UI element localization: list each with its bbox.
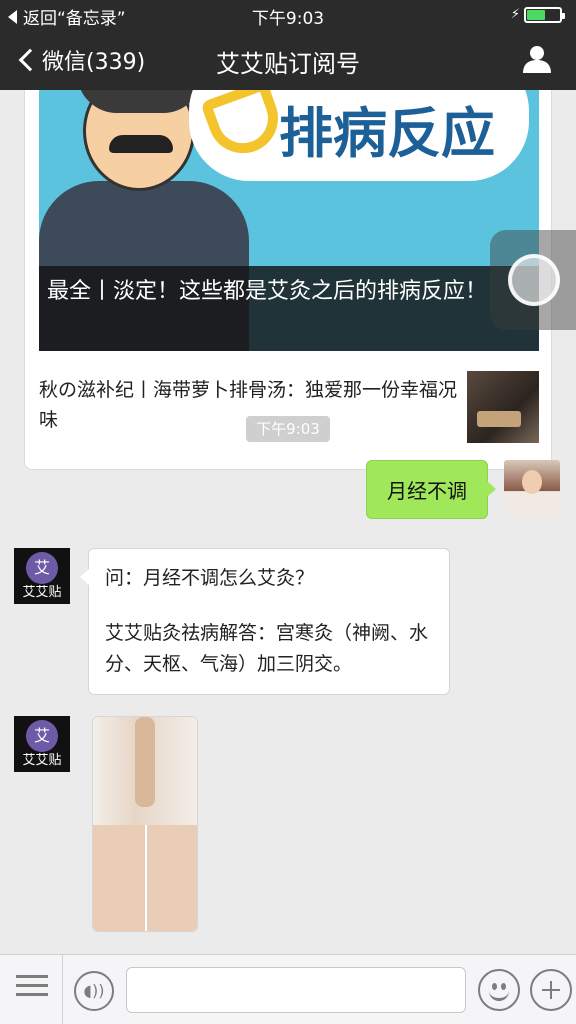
article-cover[interactable]: 排病反应 最全丨淡定！这些都是艾灸之后的排病反应！ (39, 90, 539, 351)
outgoing-message[interactable]: 月经不调 (366, 460, 496, 519)
chat-area: 排病反应 最全丨淡定！这些都是艾灸之后的排病反应！ 秋の滋补纪丨海带萝卜排骨汤：… (0, 90, 576, 954)
acupoint-image-tile (147, 879, 197, 931)
bot-name: 艾艾贴 (22, 585, 62, 600)
article-thumbnail (467, 371, 539, 443)
article-headline[interactable]: 最全丨淡定！这些都是艾灸之后的排病反应！ (39, 266, 539, 351)
emoji-mouth (489, 991, 509, 1001)
bot-avatar[interactable]: 艾 艾艾贴 (14, 548, 70, 604)
acupoint-leg-image (93, 717, 197, 825)
incoming-message[interactable]: 问：月经不调怎么艾灸？ 艾艾贴灸祛病解答：宫寒灸（神阙、水分、天枢、气海）加三阴… (80, 548, 450, 695)
message-timestamp: 下午9:03 (246, 416, 330, 442)
emoji-eye (501, 983, 506, 990)
battery-fill (527, 10, 545, 20)
menu-line (16, 993, 48, 996)
acupoint-image-tile (147, 825, 197, 879)
emoji-eye (492, 983, 497, 990)
image-message[interactable] (92, 716, 198, 932)
plus-icon[interactable] (530, 969, 572, 1011)
question-text: 问：月经不调怎么艾灸？ (105, 567, 315, 589)
my-avatar[interactable] (504, 460, 560, 516)
status-time: 下午9:03 (251, 9, 325, 29)
input-bar: ◖)) (0, 954, 576, 1024)
status-bar: 返回“备忘录” 下午9:03 ⚡ (0, 0, 576, 30)
bot-avatar[interactable]: 艾 艾艾贴 (14, 716, 70, 772)
divider (62, 955, 63, 1024)
cover-badge-text: 排病反应 (279, 101, 495, 165)
mustache (109, 135, 173, 153)
menu-icon[interactable] (16, 975, 48, 1005)
assistive-touch-icon (508, 254, 560, 306)
acupoint-image-tile (93, 825, 145, 879)
article-card: 排病反应 最全丨淡定！这些都是艾灸之后的排病反应！ 秋の滋补纪丨海带萝卜排骨汤：… (24, 90, 552, 470)
battery-icon (524, 7, 565, 23)
flower-logo-icon: 艾 (26, 720, 58, 752)
user-icon[interactable] (522, 44, 552, 74)
menu-line (16, 984, 48, 987)
emoji-icon[interactable] (478, 969, 520, 1011)
menu-line (16, 975, 48, 978)
assistive-touch[interactable] (490, 230, 576, 330)
voice-icon[interactable]: ◖)) (74, 971, 114, 1011)
acupoint-image-tile (93, 879, 145, 931)
flower-logo-icon: 艾 (26, 552, 58, 584)
page-title: 艾艾贴订阅号 (216, 50, 360, 78)
charging-icon: ⚡ (510, 7, 520, 22)
answer-text: 艾艾贴灸祛病解答：宫寒灸（神阙、水分、天枢、气海）加三阴交。 (105, 622, 429, 675)
message-input[interactable] (126, 967, 466, 1013)
nav-bar: 微信(339) 艾艾贴订阅号 (0, 30, 576, 90)
bot-name: 艾艾贴 (22, 753, 62, 768)
